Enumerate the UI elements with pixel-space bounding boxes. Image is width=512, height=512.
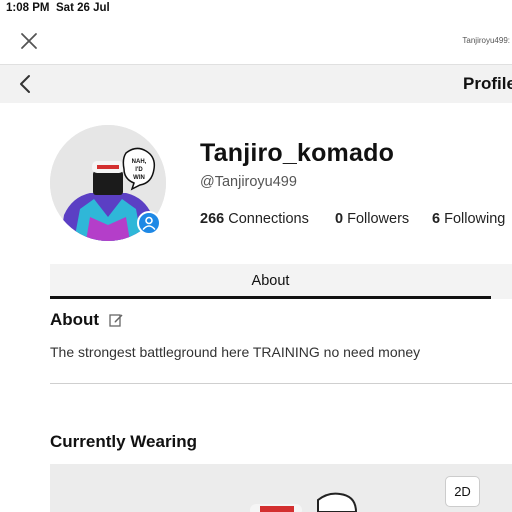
display-name: Tanjiro_komado [200,139,395,167]
url-text: Tanjiroyu499: [462,36,510,45]
username: @Tanjiroyu499 [200,174,297,190]
about-heading: About [50,310,100,329]
currently-wearing-heading: Currently Wearing [50,432,198,451]
svg-text:NAH,: NAH, [132,159,147,165]
followers-count: 0 [335,211,344,227]
connections-stat[interactable]: 266 Connections [200,211,309,227]
page-title: Profile [463,74,512,93]
active-tab-indicator [50,296,491,299]
about-bio: The strongest battleground here TRAINING… [50,344,421,360]
following-count: 6 [432,211,441,227]
status-time: 1:08 PM [6,2,50,14]
status-bar: 1:08 PM Sat 26 Jul [0,0,512,20]
chevron-left-icon[interactable] [16,74,36,94]
close-icon[interactable] [18,30,40,52]
following-label: Following [444,211,506,227]
status-date: Sat 26 Jul [56,2,110,14]
divider [50,383,512,384]
avatar-preview-panel[interactable] [50,464,512,512]
tab-about[interactable]: About [50,264,491,299]
view-2d-toggle-button[interactable]: 2D [445,476,480,507]
connections-count: 266 [200,211,225,227]
connections-label: Connections [228,211,309,227]
navigation-bar: Profile [0,64,512,103]
edit-icon[interactable] [108,312,124,328]
following-stat[interactable]: 6 Following [432,211,505,227]
followers-stat[interactable]: 0 Followers [335,211,409,227]
followers-label: Followers [347,211,410,227]
presence-badge-icon [137,211,161,235]
svg-text:I'D: I'D [135,167,143,173]
browser-topbar: Tanjiroyu499: [0,20,512,64]
svg-text:WIN: WIN [133,175,145,181]
profile-tabs: About [50,264,512,299]
